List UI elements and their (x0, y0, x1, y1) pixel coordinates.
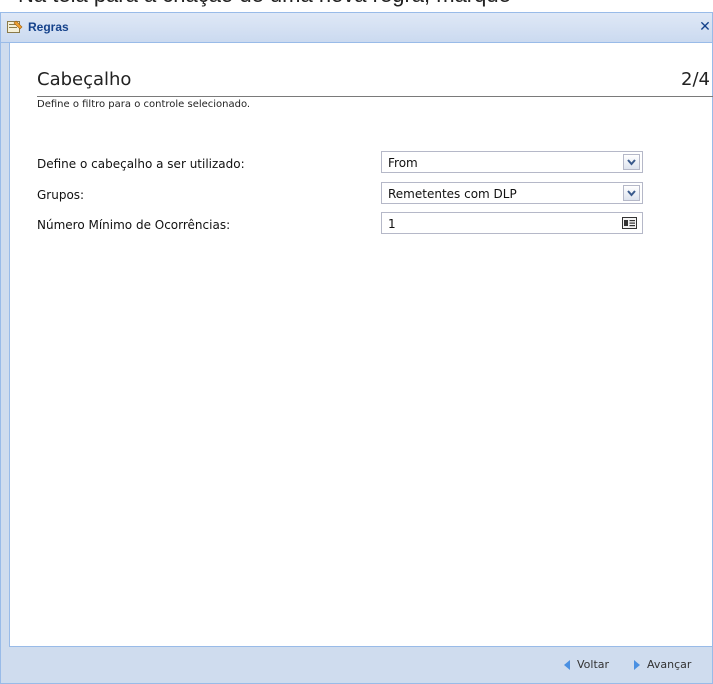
step-indicator: 2/4 (681, 69, 710, 90)
groups-select-value: Remetentes com DLP (388, 187, 517, 201)
section-title: Cabeçalho (37, 69, 132, 90)
section-description: Define o filtro para o controle selecion… (37, 99, 251, 110)
groups-select[interactable]: Remetentes com DLP (381, 182, 643, 204)
wizard-panel: Cabeçalho 2/4 Define o filtro para o con… (9, 43, 713, 647)
header-select[interactable]: From (381, 151, 643, 173)
arrow-left-icon (564, 660, 570, 670)
back-button[interactable]: Voltar (564, 658, 609, 671)
groups-select-label: Grupos: (37, 188, 85, 202)
chevron-down-icon[interactable] (623, 185, 640, 201)
section-header: Cabeçalho 2/4 (37, 69, 713, 97)
min-occurrences-value: 1 (388, 217, 396, 231)
instruction-text: Na tela para a criação de uma nova regra… (18, 0, 511, 8)
window-title: Regras (28, 20, 69, 34)
cropped-instruction-text: Na tela para a criação de uma nova regra… (0, 0, 713, 12)
rules-window: Regras ✕ Cabeçalho 2/4 Define o filtro p… (0, 12, 713, 684)
id-card-icon[interactable] (622, 217, 637, 229)
next-button[interactable]: Avançar (634, 658, 691, 671)
arrow-right-icon (634, 660, 640, 670)
rules-window-icon (7, 20, 23, 33)
next-label: Avançar (647, 658, 692, 671)
back-label: Voltar (577, 658, 610, 671)
wizard-footer: Voltar Avançar (9, 647, 712, 683)
header-select-label: Define o cabeçalho a ser utilizado: (37, 157, 245, 171)
window-titlebar[interactable]: Regras ✕ (1, 13, 712, 43)
min-occurrences-label: Número Mínimo de Ocorrências: (37, 218, 231, 232)
chevron-down-icon[interactable] (623, 154, 640, 170)
header-select-value: From (388, 156, 418, 170)
close-icon[interactable]: ✕ (698, 19, 712, 35)
min-occurrences-input[interactable]: 1 (381, 212, 643, 234)
